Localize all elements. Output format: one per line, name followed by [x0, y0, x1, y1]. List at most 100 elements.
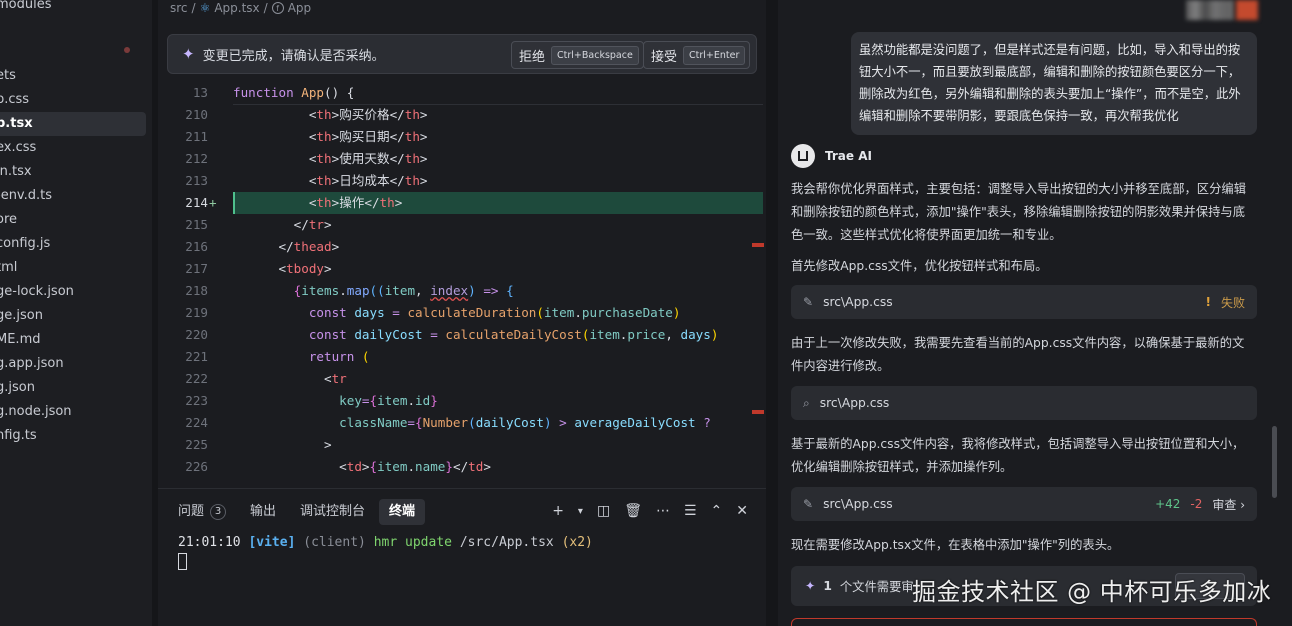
code-text: </thead> [278, 239, 340, 254]
breadcrumb-symbol[interactable]: App [288, 1, 311, 15]
code-line[interactable]: 212 <th>使用天数</th> [158, 148, 766, 170]
accept-button[interactable]: 接受 Ctrl+Enter [643, 41, 751, 69]
line-number: 211 [185, 129, 208, 144]
file-tree-item[interactable]: p.css [0, 88, 146, 112]
tab-output-label: 输出 [250, 504, 277, 519]
tab-terminal[interactable]: 终端 [379, 499, 426, 525]
problems-count-badge: 3 [210, 504, 227, 520]
line-number: 226 [185, 459, 208, 474]
code-line[interactable]: 213 <th>日均成本</th> [158, 170, 766, 192]
pending-count: 1 [823, 579, 832, 593]
file-tree-item-label: config.js [0, 236, 51, 251]
file-tree-item[interactable]: ME.md [0, 328, 146, 352]
bottom-panel: 问题 3 输出 调试控制台 终端 + ▾ ◫ 🗑 ⋯ ☰ ⌃ ✕ 21:01:1… [158, 488, 766, 626]
terminal-hmr: hmr update [373, 535, 452, 550]
file-edit-card[interactable]: ✎ src\App.css ! 失败 [791, 285, 1257, 319]
code-text: <th>日均成本</th> [308, 173, 428, 188]
error-scroll-marker[interactable] [752, 410, 764, 414]
terminal-client: (client) [303, 535, 366, 550]
file-tree-item[interactable]: g.app.json [0, 352, 146, 376]
panel-tabs: 问题 3 输出 调试控制台 终端 [168, 499, 426, 525]
breadcrumb-separator: / [263, 1, 268, 15]
tab-output[interactable]: 输出 [240, 499, 286, 525]
file-tree-item[interactable]: ex.css [0, 136, 146, 160]
file-tree-item-label: modules [0, 0, 52, 12]
modified-dot-icon [124, 47, 130, 53]
chat-scrollbar[interactable] [1272, 426, 1277, 498]
breadcrumb-folder[interactable]: src [170, 1, 188, 15]
chevron-down-icon[interactable]: ▾ [578, 506, 583, 517]
file-tree-item[interactable]: -env.d.ts [0, 184, 146, 208]
line-number: 225 [185, 437, 208, 452]
avatar [1186, 0, 1234, 20]
settings-sliders-icon[interactable]: ☰ [684, 503, 697, 519]
line-number: 214 [185, 195, 208, 210]
code-line[interactable]: 226 <td>{item.name}</td> [158, 456, 766, 478]
code-text: <tbody> [278, 261, 332, 276]
file-tree-item[interactable]: g.json [0, 376, 146, 400]
file-tree-item[interactable]: ore [0, 208, 146, 232]
code-line[interactable]: 222 <tr [158, 368, 766, 390]
fail-status: 失败 [1220, 295, 1245, 310]
file-tree-item[interactable]: ge-lock.json [0, 280, 146, 304]
line-number: 217 [185, 261, 208, 276]
code-line-added[interactable]: 214 + <th>操作</th> [158, 192, 766, 214]
code-line[interactable]: 215 </tr> [158, 214, 766, 236]
trash-icon[interactable]: 🗑 [624, 503, 642, 519]
review-button[interactable]: 审查 › [1212, 496, 1245, 513]
tab-debug-console[interactable]: 调试控制台 [290, 499, 375, 525]
breadcrumb-file[interactable]: App.tsx [214, 1, 259, 15]
line-number: 210 [185, 107, 208, 122]
file-tree-item[interactable]: ets [0, 64, 146, 88]
file-tree-item-label: ets [0, 68, 16, 83]
file-tree-item[interactable]: ge.json [0, 304, 146, 328]
avatar [1236, 0, 1258, 20]
file-path: src\App.css [823, 295, 893, 309]
file-tree-item[interactable]: in.tsx [0, 160, 146, 184]
terminal-cursor[interactable] [178, 553, 187, 570]
code-line[interactable]: 211 <th>购买日期</th> [158, 126, 766, 148]
reject-label: 拒绝 [519, 49, 546, 65]
chat-divider[interactable] [766, 0, 778, 626]
tab-problems[interactable]: 问题 3 [168, 499, 236, 525]
code-line[interactable]: 217 <tbody> [158, 258, 766, 280]
edit-icon: ✎ [803, 295, 814, 309]
code-line[interactable]: 223 key={item.id} [158, 390, 766, 412]
code-line[interactable]: 216 </thead> [158, 236, 766, 258]
file-tree-item-label: -env.d.ts [0, 188, 52, 203]
file-tree-item-label: g.node.json [0, 404, 72, 419]
code-lines[interactable]: 13 function App() {210 <th>购买价格</th> 211 <… [158, 82, 766, 482]
code-line[interactable]: 210 <th>购买价格</th> [158, 104, 766, 126]
close-icon[interactable]: ✕ [736, 503, 748, 519]
code-line[interactable]: 225 > [158, 434, 766, 456]
edit-icon: ✎ [803, 497, 814, 511]
file-path: src\App.css [819, 396, 890, 410]
file-tree-item[interactable]: nfig.ts [0, 424, 146, 448]
line-number: 218 [185, 283, 208, 298]
chevron-up-icon[interactable]: ⌃ [711, 503, 723, 519]
file-tree-item-label: ME.md [0, 332, 41, 347]
code-line[interactable]: 13 function App() { [158, 82, 766, 104]
reject-button[interactable]: 拒绝 Ctrl+Backspace [511, 41, 644, 69]
file-tree-item[interactable]: modules [0, 0, 146, 17]
code-line[interactable]: 224 className={Number(dailyCost) > avera… [158, 412, 766, 434]
file-tree-item[interactable]: config.js [0, 232, 146, 256]
code-line[interactable]: 219 const days = calculateDuration(item.… [158, 302, 766, 324]
file-tree-item[interactable]: tml [0, 256, 146, 280]
file-tree-item-label: g.json [0, 380, 35, 395]
file-view-card[interactable]: ⌕ src\App.css [791, 386, 1257, 420]
line-number: 219 [185, 305, 208, 320]
split-terminal-icon[interactable]: ◫ [597, 503, 610, 519]
pending-label: 个文件需要审 [839, 580, 914, 594]
more-icon[interactable]: ⋯ [656, 503, 670, 519]
code-line[interactable]: 221 return ( [158, 346, 766, 368]
file-tree-item[interactable]: g.node.json [0, 400, 146, 424]
terminal-output-line: 21:01:10 [vite] (client) hmr update /src… [178, 535, 593, 550]
error-scroll-marker[interactable] [752, 243, 764, 247]
add-terminal-icon[interactable]: + [552, 503, 564, 519]
file-tree-item[interactable]: p.tsx [0, 112, 146, 136]
file-edit-card[interactable]: ✎ src\App.css +42 -2 审查 › [791, 487, 1257, 521]
accept-shortcut: Ctrl+Enter [683, 45, 746, 65]
code-line[interactable]: 220 const dailyCost = calculateDailyCost… [158, 324, 766, 346]
code-line[interactable]: 218 {items.map((item, index) => { [158, 280, 766, 302]
